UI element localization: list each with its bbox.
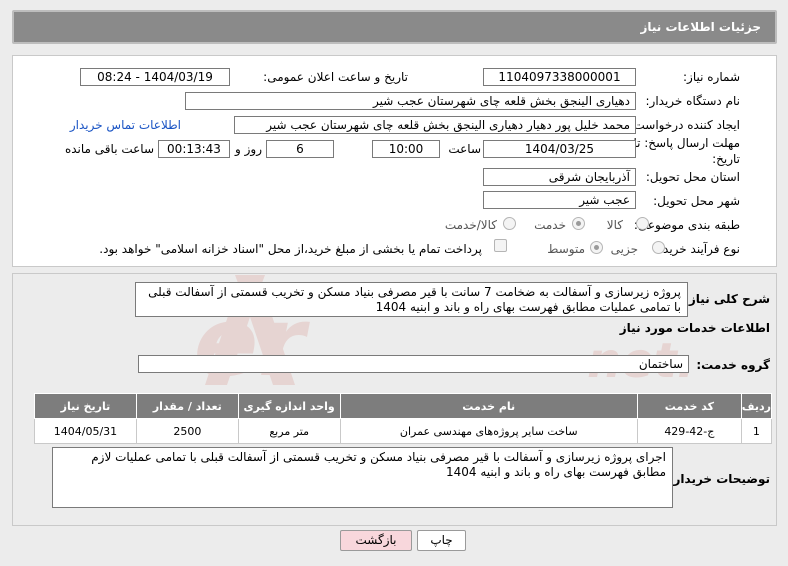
table-header-row: ردیف کد خدمت نام خدمت واحد اندازه گیری ت… — [34, 393, 773, 419]
col-need-date: تاریخ نیاز — [34, 393, 137, 419]
process-option-minor: جزیی — [610, 242, 638, 256]
days-field: 6 — [266, 140, 334, 158]
cell-unit: متر مربع — [237, 418, 341, 444]
city-field: عجب شیر — [483, 191, 636, 209]
cell-service-code: ج-42-429 — [636, 418, 742, 444]
category-option-goods-service: کالا/خدمت — [444, 218, 497, 232]
process-radio-minor[interactable] — [652, 241, 665, 254]
service-group-label: گروه خدمت: — [696, 358, 770, 372]
category-option-goods: کالا — [606, 218, 623, 232]
page-header: جزئیات اطلاعات نیاز — [12, 10, 777, 44]
city-label: شهر محل تحویل: — [653, 194, 740, 208]
requester-field: محمد خلیل پور دهیار دهیاری الینجق بخش قل… — [234, 116, 636, 134]
process-label: نوع فرآیند خرید : — [655, 242, 740, 256]
col-service-code: کد خدمت — [636, 393, 742, 419]
services-table: ردیف کد خدمت نام خدمت واحد اندازه گیری ت… — [34, 393, 773, 444]
process-option-medium: متوسط — [547, 242, 585, 256]
services-section-title: اطلاعات خدمات مورد نیاز — [619, 321, 770, 335]
buyer-org-field: دهیاری الینجق بخش قلعه چای شهرستان عجب ش… — [185, 92, 636, 110]
print-button[interactable]: چاپ — [417, 530, 466, 551]
category-radio-goods[interactable] — [636, 217, 649, 230]
description-label: شرح کلی نیاز: — [684, 292, 770, 306]
province-field: آذربایجان شرقی — [483, 168, 636, 186]
announce-field: 1404/03/19 - 08:24 — [80, 68, 230, 86]
process-radio-medium[interactable] — [590, 241, 603, 254]
need-number-label: شماره نیاز: — [683, 70, 740, 84]
deadline-label-line2: تاریخ: — [712, 152, 740, 166]
deadline-time-field: 10:00 — [372, 140, 440, 158]
category-label: طبقه بندی موضوعی: — [633, 218, 740, 232]
col-service-name: نام خدمت — [339, 393, 638, 419]
payment-note: پرداخت تمام یا بخشی از مبلغ خرید،از محل … — [99, 242, 482, 256]
need-info-panel — [12, 55, 777, 267]
remaining-time-field: 00:13:43 — [158, 140, 230, 158]
category-radio-service[interactable] — [572, 217, 585, 230]
cell-service-name: ساخت سایر پروژه‌های مهندسی عمران — [339, 418, 638, 444]
deadline-label-line1: مهلت ارسال پاسخ: تا — [633, 136, 740, 150]
province-label: استان محل تحویل: — [645, 170, 740, 184]
category-option-service: خدمت — [534, 218, 566, 232]
need-number-field: 1104097338000001 — [483, 68, 636, 86]
buyer-org-label: نام دستگاه خریدار: — [645, 94, 741, 108]
description-textarea[interactable]: پروژه زیرسازی و آسفالت به ضخامت 7 سانت ب… — [135, 282, 688, 317]
requester-label: ایجاد کننده درخواست: — [629, 118, 740, 132]
service-group-field: ساختمان — [138, 355, 689, 373]
col-row-number: ردیف — [740, 393, 773, 419]
cell-quantity: 2500 — [135, 418, 239, 444]
col-unit: واحد اندازه گیری — [237, 393, 341, 419]
col-quantity: تعداد / مقدار — [135, 393, 239, 419]
deadline-time-label: ساعت — [448, 142, 481, 156]
buyer-notes-label: توضیحات خریدار: — [668, 472, 770, 486]
buyer-notes-textarea[interactable]: اجرای پروژه زیرسازی و آسفالت با قیر مصرف… — [52, 447, 673, 508]
cell-row-number: 1 — [740, 418, 773, 444]
back-button[interactable]: بازگشت — [340, 530, 412, 551]
announce-label: تاریخ و ساعت اعلان عمومی: — [263, 70, 408, 84]
table-row: 1 ج-42-429 ساخت سایر پروژه‌های مهندسی عم… — [34, 418, 773, 444]
deadline-date-field: 1404/03/25 — [483, 140, 636, 158]
buyer-contact-link[interactable]: اطلاعات تماس خریدار — [70, 118, 181, 132]
remaining-time-label: ساعت باقی مانده — [64, 142, 154, 156]
cell-need-date: 1404/05/31 — [34, 418, 137, 444]
page-title: جزئیات اطلاعات نیاز — [640, 20, 761, 34]
treasury-payment-checkbox[interactable] — [494, 239, 507, 252]
category-radio-goods-service[interactable] — [503, 217, 516, 230]
days-label: روز و — [235, 142, 262, 156]
